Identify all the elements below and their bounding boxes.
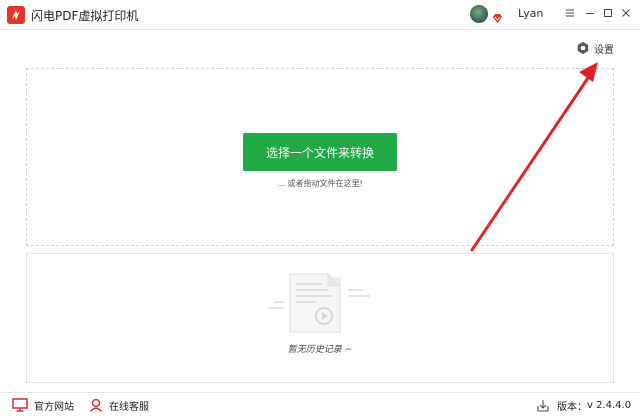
title-bar: 闪电PDF虚拟打印机 Lyan [0,0,640,30]
select-file-button[interactable]: 选择一个文件来转换 [243,133,397,171]
user-avatar[interactable] [470,5,488,23]
history-empty-text: 暂无历史记录 ~ [287,345,353,355]
settings-button[interactable]: 设置 [576,40,614,56]
version-value: v 2.4.4.0 [587,399,632,411]
minimize-icon[interactable] [582,5,598,21]
version-info[interactable]: 版本： v 2.4.4.0 [537,397,631,413]
close-icon[interactable] [618,5,634,21]
settings-label: 设置 [594,44,614,56]
official-website-label: 官方网站 [34,401,74,413]
vip-diamond-icon[interactable] [492,9,503,23]
drag-hint: ... 或者拖动文件在这里! [277,179,363,188]
download-update-icon [537,399,549,411]
gear-icon [577,42,589,54]
online-service-link[interactable]: 在线客服 [89,397,149,413]
app-logo-icon [7,6,25,24]
username[interactable]: Lyan [518,7,543,20]
customer-service-icon [89,398,103,412]
monitor-icon [12,398,28,412]
menu-icon[interactable] [562,5,578,21]
status-bar: 官方网站 在线客服 版本： v 2.4.4.0 [0,392,640,416]
empty-document-illustration [268,273,370,333]
app-title: 闪电PDF虚拟打印机 [31,9,139,23]
version-label: 版本： [557,401,587,413]
official-website-link[interactable]: 官方网站 [12,397,74,413]
online-service-label: 在线客服 [109,401,149,413]
maximize-icon[interactable] [600,5,616,21]
